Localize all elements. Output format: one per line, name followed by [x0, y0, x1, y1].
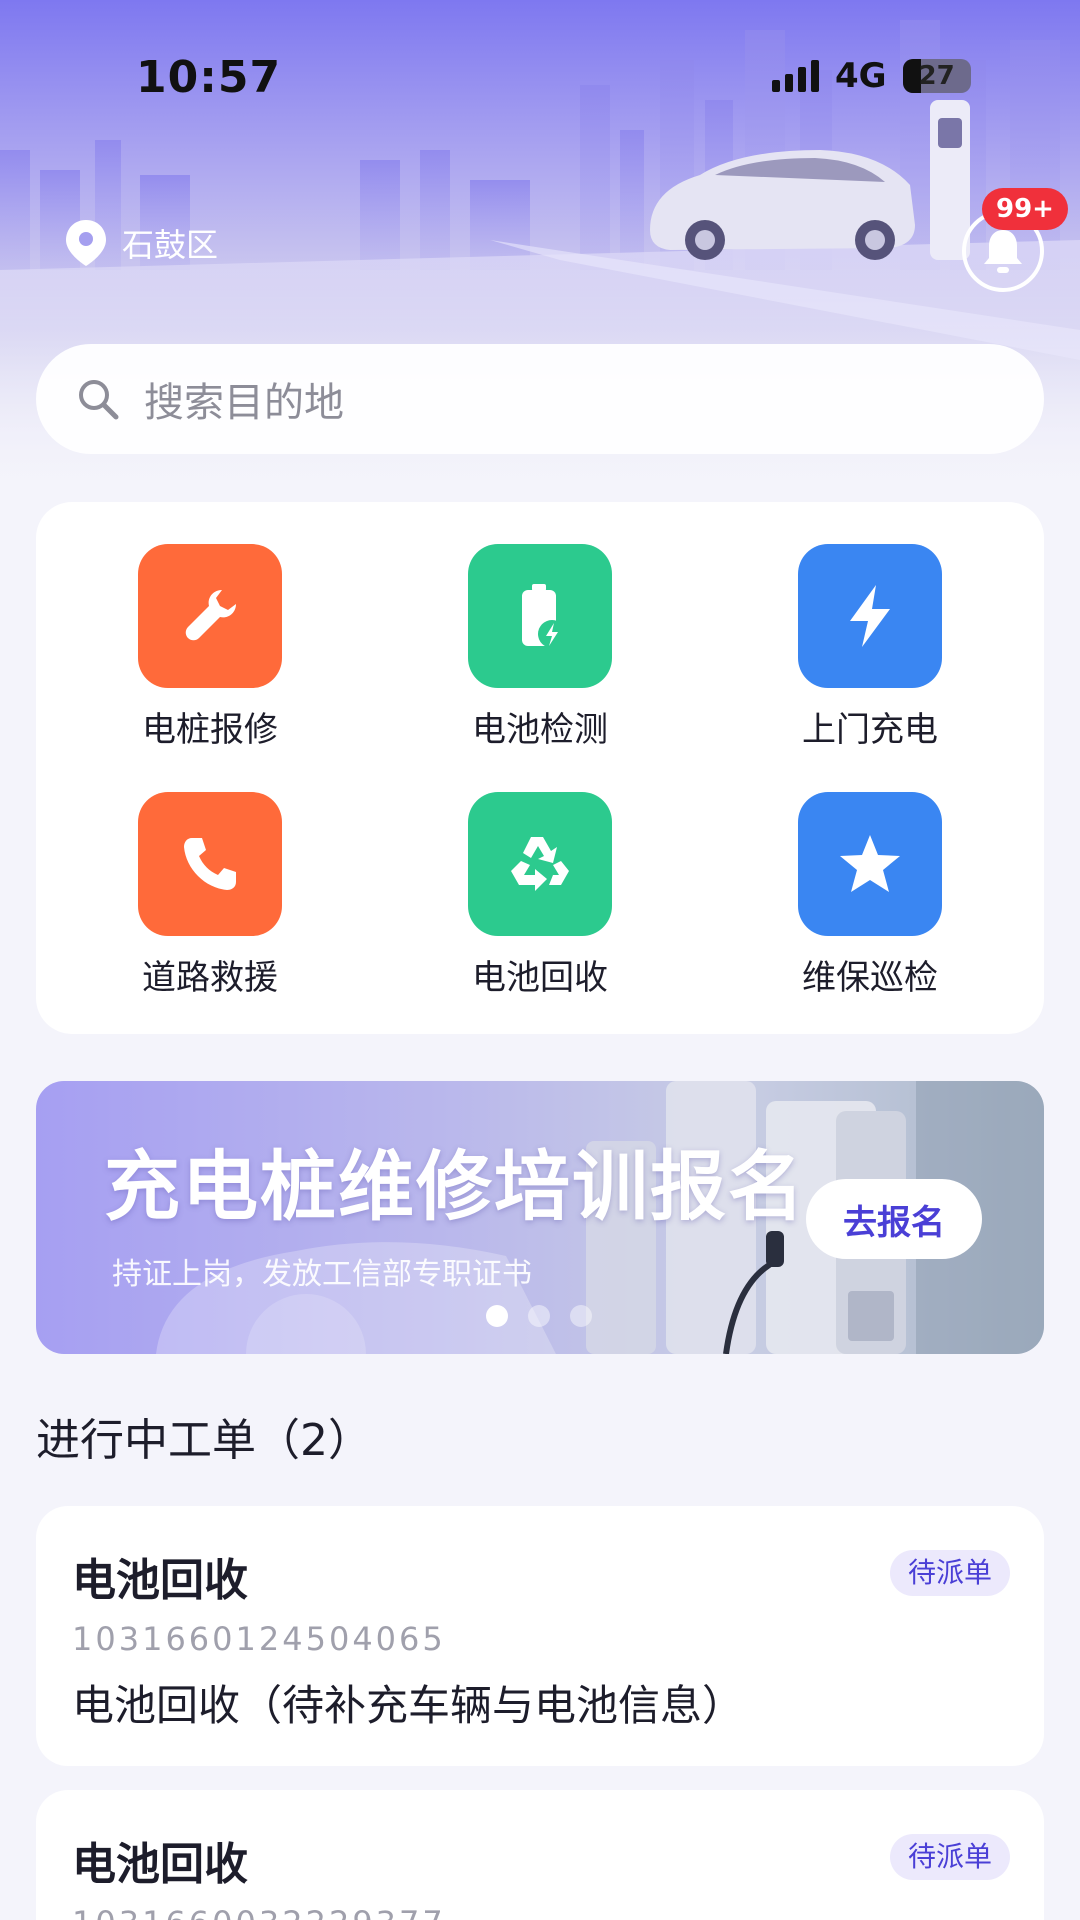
- location-selector[interactable]: 石鼓区: [64, 218, 218, 268]
- order-status-badge: 待派单: [889, 1550, 1010, 1596]
- service-road-rescue[interactable]: 道路救援: [110, 792, 310, 999]
- status-indicators: 4G 27: [772, 56, 971, 96]
- carousel-indicator: [486, 1305, 592, 1327]
- service-tile: [138, 792, 282, 936]
- banner-title: 充电桩维修培训报名: [104, 1142, 806, 1231]
- lightning-icon: [850, 585, 890, 647]
- order-card[interactable]: 电池回收 待派单 1031660124504065 电池回收（待补充车辆与电池信…: [36, 1506, 1044, 1766]
- wrench-icon: [185, 590, 236, 641]
- service-label: 电池回收: [472, 958, 608, 998]
- service-label: 上门充电: [802, 710, 938, 750]
- service-label: 道路救援: [142, 958, 278, 998]
- signal-strength-icon: [772, 60, 819, 92]
- order-title: 电池回收: [72, 1555, 248, 1606]
- banner-subtitle: 持证上岗，发放工信部专职证书: [112, 1257, 532, 1292]
- service-battery-recycle[interactable]: 电池回收: [440, 792, 640, 999]
- notification-badge: 99+: [982, 188, 1068, 230]
- order-status-badge: 待派单: [889, 1834, 1010, 1880]
- service-tile: [798, 544, 942, 688]
- carousel-dot: [486, 1305, 508, 1327]
- service-label: 维保巡检: [802, 958, 938, 998]
- network-type: 4G: [835, 56, 887, 96]
- promo-banner[interactable]: 充电桩维修培训报名 持证上岗，发放工信部专职证书 去报名: [36, 1081, 1044, 1354]
- order-title: 电池回收: [72, 1839, 248, 1890]
- order-card[interactable]: 电池回收 待派单 1031660032229377: [36, 1790, 1044, 1920]
- service-maintenance-inspection[interactable]: 维保巡检: [770, 792, 970, 999]
- service-door-charging[interactable]: 上门充电: [770, 544, 970, 751]
- carousel-dot: [570, 1305, 592, 1327]
- orders-section-title: 进行中工单（2）: [36, 1415, 372, 1466]
- battery-icon: 27: [902, 59, 971, 93]
- order-number: 1031660124504065: [72, 1620, 446, 1658]
- location-name: 石鼓区: [122, 226, 219, 264]
- star-icon: [840, 835, 900, 892]
- location-pin-icon: [66, 220, 106, 266]
- service-tile: [798, 792, 942, 936]
- battery-level: 27: [918, 61, 955, 91]
- status-time: 10:57: [136, 52, 282, 103]
- service-label: 电桩报修: [142, 710, 278, 750]
- service-pile-repair[interactable]: 电桩报修: [110, 544, 310, 751]
- service-tile: [468, 544, 612, 688]
- service-tile: [138, 544, 282, 688]
- service-tile: [468, 792, 612, 936]
- service-label: 电池检测: [472, 710, 608, 750]
- services-grid: 电桩报修 电池检测 上门充电 道路救援 电池回收 维保巡检: [36, 502, 1044, 1034]
- hero-header: 10:57 4G 27 石鼓区 99+ 搜索目的地: [0, 0, 1080, 500]
- battery-charging-icon: [522, 584, 566, 648]
- search-bar[interactable]: 搜索目的地: [36, 344, 1044, 454]
- search-icon: [79, 380, 119, 420]
- order-number: 1031660032229377: [72, 1904, 446, 1920]
- signup-button[interactable]: 去报名: [806, 1179, 982, 1259]
- search-placeholder: 搜索目的地: [144, 380, 344, 426]
- order-description: 电池回收（待补充车辆与电池信息）: [72, 1681, 745, 1730]
- recycle-icon: [511, 837, 569, 891]
- phone-icon: [184, 838, 236, 890]
- service-battery-check[interactable]: 电池检测: [440, 544, 640, 751]
- bell-icon: [984, 230, 1022, 273]
- carousel-dot: [528, 1305, 550, 1327]
